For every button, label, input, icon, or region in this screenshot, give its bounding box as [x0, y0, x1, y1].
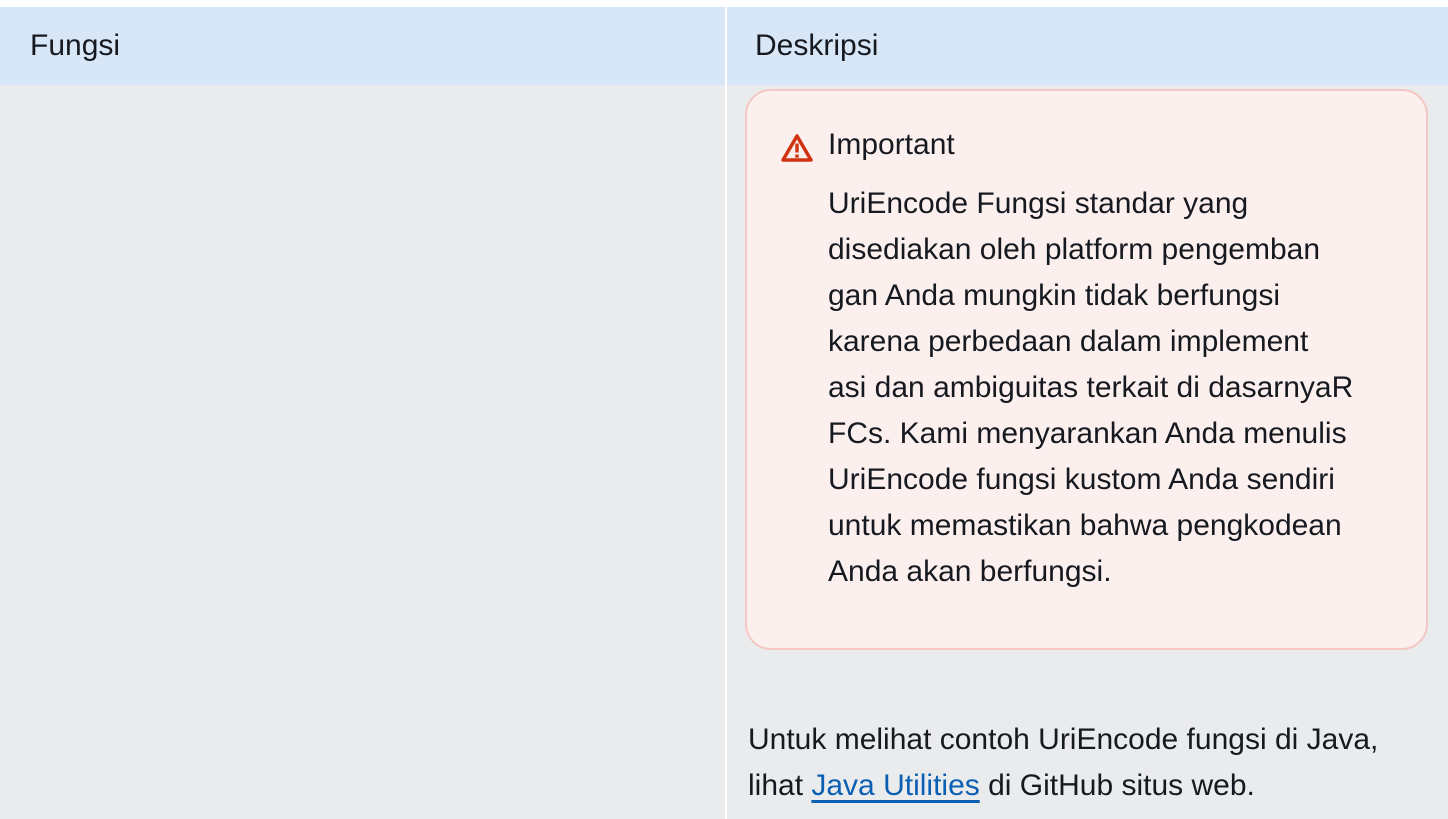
example-line-2: lihat Java Utilities di GitHub situs web… — [748, 763, 1438, 809]
alert-line: untuk memastikan bahwa pengkodean — [828, 509, 1342, 542]
header-cell-fungsi: Fungsi — [30, 29, 121, 62]
alert-body: UriEncode Fungsi standar yang disediakan… — [828, 181, 1398, 595]
example-paragraph: Untuk melihat contoh UriEncode fungsi di… — [748, 717, 1438, 809]
alert-line: karena perbedaan dalam implement — [828, 325, 1309, 358]
java-utilities-link[interactable]: Java Utilities — [811, 769, 979, 802]
example-suffix: di GitHub situs web. — [979, 769, 1255, 802]
alert-line: asi dan ambiguitas terkait di dasarnyaR — [828, 371, 1354, 404]
alert-line: Anda akan berfungsi. — [828, 555, 1112, 588]
important-alert: Important UriEncode Fungsi standar yang … — [745, 89, 1428, 650]
alert-line: FCs. Kami menyarankan Anda menulis — [828, 417, 1347, 450]
alert-title: Important — [828, 128, 955, 161]
alert-line: UriEncode fungsi kustom Anda sendiri — [828, 463, 1335, 496]
example-prefix: lihat — [748, 769, 812, 802]
table-header-row: Fungsi Deskripsi — [0, 7, 1448, 85]
alert-line: gan Anda mungkin tidak berfungsi — [828, 279, 1280, 312]
functions-table: Fungsi Deskripsi Important UriEncode Fun… — [0, 7, 1448, 819]
alert-line: UriEncode Fungsi standar yang — [828, 187, 1249, 220]
warning-triangle-icon — [781, 134, 813, 162]
header-cell-deskripsi: Deskripsi — [755, 29, 879, 62]
example-line-1: Untuk melihat contoh UriEncode fungsi di… — [748, 723, 1379, 756]
row-column-divider — [725, 85, 727, 819]
header-column-divider — [725, 7, 727, 85]
alert-line: disediakan oleh platform pengemban — [828, 233, 1320, 266]
